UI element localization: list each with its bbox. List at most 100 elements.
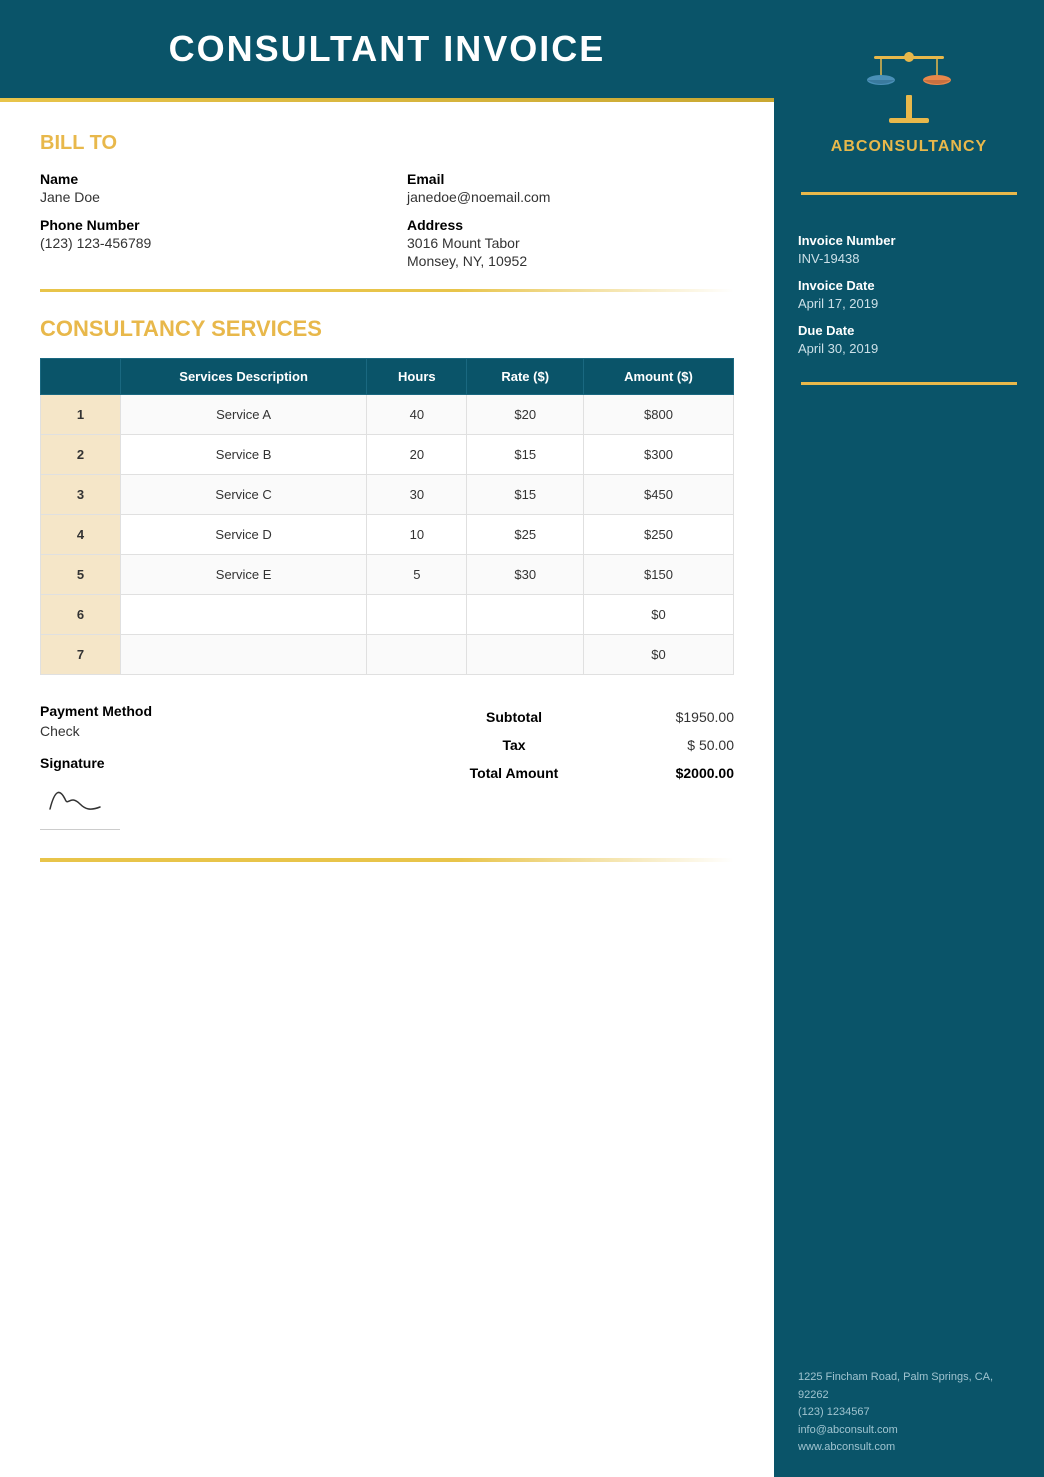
row-amount-7: $0 — [583, 635, 733, 675]
tax-label: Tax — [454, 737, 574, 753]
table-header-row: Services Description Hours Rate ($) Amou… — [41, 359, 734, 395]
company-name: ABCONSULTANCY — [831, 138, 987, 156]
email-label: Email — [407, 171, 734, 187]
header-bar: CONSULTANT INVOICE — [0, 0, 774, 98]
col-rate: Rate ($) — [467, 359, 583, 395]
name-value: Jane Doe — [40, 189, 367, 205]
row-hours-2: 20 — [367, 435, 467, 475]
tax-value: $ 50.00 — [654, 737, 734, 753]
row-amount-3: $450 — [583, 475, 733, 515]
email-field: Email janedoe@noemail.com — [407, 171, 734, 205]
subtotal-label: Subtotal — [454, 709, 574, 725]
row-desc-2: Service B — [121, 435, 367, 475]
scales-icon — [859, 40, 959, 130]
payment-section: Payment Method Check Signature Subtotal … — [0, 675, 774, 858]
address-line1: 3016 Mount Tabor — [407, 235, 734, 251]
row-num-2: 2 — [41, 435, 121, 475]
row-rate-5: $30 — [467, 555, 583, 595]
sidebar-gold-line-2 — [801, 382, 1017, 385]
row-num-4: 4 — [41, 515, 121, 555]
contact-web: www.abconsult.com — [798, 1439, 1020, 1457]
row-desc-5: Service E — [121, 555, 367, 595]
bill-to-label: BILL TO — [40, 132, 734, 155]
name-label: Name — [40, 171, 367, 187]
row-num-6: 6 — [41, 595, 121, 635]
col-num — [41, 359, 121, 395]
services-title: CONSULTANCY SERVICES — [40, 316, 734, 342]
phone-value: (123) 123-456789 — [40, 235, 367, 251]
row-amount-1: $800 — [583, 395, 733, 435]
sidebar: ABCONSULTANCY Invoice Number INV-19438 I… — [774, 0, 1044, 1477]
table-row: 4 Service D 10 $25 $250 — [41, 515, 734, 555]
col-description: Services Description — [121, 359, 367, 395]
page-title: CONSULTANT INVOICE — [40, 28, 734, 70]
table-row: 6 $0 — [41, 595, 734, 635]
row-hours-6 — [367, 595, 467, 635]
total-label: Total Amount — [454, 765, 574, 781]
due-date-value: April 30, 2019 — [798, 341, 1020, 356]
table-row: 7 $0 — [41, 635, 734, 675]
row-hours-4: 10 — [367, 515, 467, 555]
address-line2: Monsey, NY, 10952 — [407, 253, 734, 269]
due-date-label: Due Date — [798, 323, 1020, 338]
row-hours-1: 40 — [367, 395, 467, 435]
row-amount-6: $0 — [583, 595, 733, 635]
row-rate-4: $25 — [467, 515, 583, 555]
row-desc-7 — [121, 635, 367, 675]
company-name-part2: CONSULTANCY — [856, 138, 987, 155]
phone-field: Phone Number (123) 123-456789 — [40, 217, 367, 269]
row-amount-4: $250 — [583, 515, 733, 555]
row-rate-2: $15 — [467, 435, 583, 475]
payment-method-label: Payment Method — [40, 703, 454, 719]
company-name-part1: AB — [831, 138, 856, 155]
invoice-date-label: Invoice Date — [798, 278, 1020, 293]
name-field: Name Jane Doe — [40, 171, 367, 205]
totals-area: Subtotal $1950.00 Tax $ 50.00 Total Amou… — [454, 703, 734, 787]
row-num-3: 3 — [41, 475, 121, 515]
row-hours-5: 5 — [367, 555, 467, 595]
invoice-date-value: April 17, 2019 — [798, 296, 1020, 311]
payment-method-value: Check — [40, 723, 454, 739]
row-desc-3: Service C — [121, 475, 367, 515]
bill-to-section: BILL TO Name Jane Doe Email janedoe@noem… — [0, 102, 774, 289]
bill-grid: Name Jane Doe Email janedoe@noemail.com … — [40, 171, 734, 269]
row-desc-1: Service A — [121, 395, 367, 435]
table-row: 2 Service B 20 $15 $300 — [41, 435, 734, 475]
row-num-5: 5 — [41, 555, 121, 595]
sidebar-logo-area: ABCONSULTANCY — [811, 0, 1007, 176]
contact-email: info@abconsult.com — [798, 1422, 1020, 1440]
email-value: janedoe@noemail.com — [407, 189, 734, 205]
total-amount-row: Total Amount $2000.00 — [454, 759, 734, 787]
col-hours: Hours — [367, 359, 467, 395]
invoice-number-label: Invoice Number — [798, 233, 1020, 248]
table-row: 1 Service A 40 $20 $800 — [41, 395, 734, 435]
invoice-number-value: INV-19438 — [798, 251, 1020, 266]
row-num-1: 1 — [41, 395, 121, 435]
signature-image — [40, 779, 120, 830]
row-amount-2: $300 — [583, 435, 733, 475]
address-field: Address 3016 Mount Tabor Monsey, NY, 109… — [407, 217, 734, 269]
row-rate-1: $20 — [467, 395, 583, 435]
row-amount-5: $150 — [583, 555, 733, 595]
payment-left: Payment Method Check Signature — [40, 703, 454, 830]
subtotal-value: $1950.00 — [654, 709, 734, 725]
contact-address: 1225 Fincham Road, Palm Springs, CA, 922… — [798, 1369, 1020, 1404]
main-bottom-spacer — [0, 862, 774, 1477]
address-label: Address — [407, 217, 734, 233]
services-section: CONSULTANCY SERVICES Services Descriptio… — [0, 292, 774, 675]
sidebar-contact: 1225 Fincham Road, Palm Springs, CA, 922… — [774, 1349, 1044, 1477]
phone-label: Phone Number — [40, 217, 367, 233]
main-content: CONSULTANT INVOICE BILL TO Name Jane Doe… — [0, 0, 774, 1477]
row-rate-6 — [467, 595, 583, 635]
signature-label: Signature — [40, 755, 454, 771]
table-row: 3 Service C 30 $15 $450 — [41, 475, 734, 515]
tax-row: Tax $ 50.00 — [454, 731, 734, 759]
row-rate-7 — [467, 635, 583, 675]
col-amount: Amount ($) — [583, 359, 733, 395]
row-desc-4: Service D — [121, 515, 367, 555]
row-rate-3: $15 — [467, 475, 583, 515]
sidebar-gold-line-1 — [801, 192, 1017, 195]
row-desc-6 — [121, 595, 367, 635]
invoice-details: Invoice Number INV-19438 Invoice Date Ap… — [774, 211, 1044, 366]
row-num-7: 7 — [41, 635, 121, 675]
